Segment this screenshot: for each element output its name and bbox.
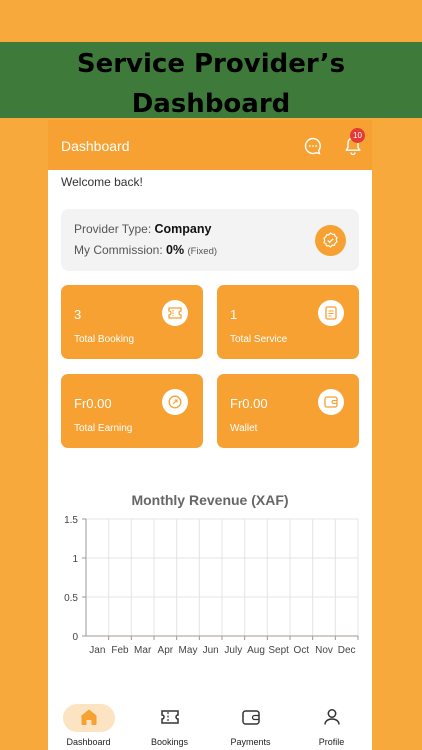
stat-value: 1 [230, 307, 238, 322]
nav-label: Payments [230, 737, 271, 747]
ticket-icon [162, 300, 188, 326]
stat-value: Fr0.00 [74, 396, 112, 411]
x-tick-label: Aug [247, 645, 265, 656]
stat-label: Wallet [230, 423, 258, 434]
x-tick-label: Mar [134, 645, 152, 656]
document-icon [318, 300, 344, 326]
stat-value: Fr0.00 [230, 396, 268, 411]
coin-icon [162, 389, 188, 415]
x-tick-label: Oct [294, 645, 310, 656]
y-tick-label: 1.5 [64, 515, 78, 526]
x-tick-label: Jan [89, 645, 105, 656]
provider-type-label: Provider Type: [74, 222, 152, 236]
x-tick-label: Apr [158, 645, 174, 656]
commission-line: My Commission: 0% (Fixed) [74, 243, 217, 257]
user-icon [324, 709, 340, 725]
stat-label: Total Booking [74, 334, 135, 345]
x-tick-label: Sept [268, 645, 289, 656]
nav-item-payments[interactable]: Payments [210, 700, 291, 750]
wallet-icon [318, 389, 344, 415]
stat-value: 3 [74, 307, 82, 322]
revenue-chart: 0 0.5 1 1.5 Jan Feb Mar Apr May Jun July Aug Sept Oct… [64, 515, 359, 656]
wallet-icon [242, 710, 260, 725]
chart-title: Monthly Revenue (XAF) [131, 492, 289, 508]
x-tick-label: Nov [315, 645, 333, 656]
y-tick-label: 0 [72, 632, 78, 643]
verified-badge-icon [315, 225, 346, 256]
nav-item-profile[interactable]: Profile [291, 700, 372, 750]
nav-label: Dashboard [66, 737, 111, 747]
welcome-text: Welcome back! [61, 175, 143, 189]
stat-label: Total Service [230, 334, 288, 345]
nav-label: Bookings [150, 737, 189, 747]
stat-card-total-booking[interactable]: 3 Total Booking [61, 285, 203, 359]
y-tick-label: 0.5 [64, 593, 78, 604]
provider-type-line: Provider Type: Company [74, 222, 211, 236]
banner-title: Service Provider’s Dashboard [76, 49, 346, 119]
x-tick-label: Jun [203, 645, 219, 656]
stat-label: Total Earning [74, 423, 133, 434]
x-tick-label: May [179, 645, 198, 656]
provider-card: Provider Type: Company My Commission: 0%… [61, 209, 359, 271]
bottom-nav: Dashboard Bookings Payments Profile [48, 700, 372, 750]
y-tick-label: 1 [72, 554, 78, 565]
chat-icon[interactable] [304, 137, 322, 155]
home-icon [81, 709, 97, 725]
app-header: Dashboard 10 [48, 120, 372, 170]
nav-label: Profile [318, 737, 345, 747]
header-title: Dashboard [61, 138, 130, 154]
x-tick-label: Feb [111, 645, 129, 656]
notification-badge: 10 [350, 128, 365, 143]
x-tick-label: Dec [338, 645, 356, 656]
commission-note: (Fixed) [187, 246, 218, 257]
stat-card-wallet[interactable]: Fr0.00 Wallet [217, 374, 359, 448]
commission-label: My Commission: [74, 243, 163, 257]
phone-screen: Dashboard 10 Welcome back! Provider Type… [48, 120, 372, 750]
stat-card-total-service[interactable]: 1 Total Service [217, 285, 359, 359]
ticket-icon [161, 710, 179, 724]
stat-card-total-earning[interactable]: Fr0.00 Total Earning [61, 374, 203, 448]
nav-item-bookings[interactable]: Bookings [129, 700, 210, 750]
commission-value: 0% [166, 243, 185, 257]
provider-type-value: Company [154, 222, 212, 236]
x-tick-label: July [224, 645, 242, 656]
nav-item-dashboard[interactable]: Dashboard [48, 700, 129, 750]
